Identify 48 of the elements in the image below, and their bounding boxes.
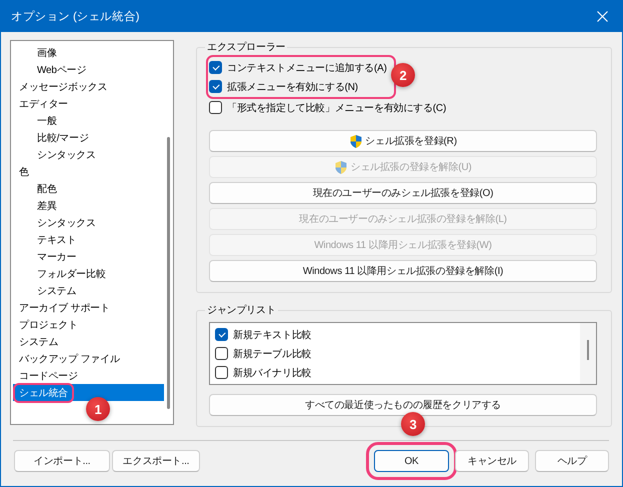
checkbox[interactable] bbox=[209, 61, 222, 74]
checkbox-label: 拡張メニューを有効にする(N) bbox=[227, 80, 358, 94]
checkbox[interactable] bbox=[209, 80, 222, 93]
tree-item[interactable]: シンタックス bbox=[13, 214, 164, 231]
dialog-button[interactable]: キャンセル bbox=[455, 450, 529, 472]
dialog-button[interactable]: ヘルプ bbox=[535, 450, 609, 472]
checkbox[interactable] bbox=[215, 328, 228, 341]
tree-item[interactable]: Webページ bbox=[13, 61, 164, 78]
checkbox[interactable] bbox=[215, 347, 228, 360]
checkbox[interactable] bbox=[215, 366, 228, 379]
tree-item[interactable]: 差異 bbox=[13, 197, 164, 214]
checkbox-label: 新規テキスト比較 bbox=[233, 328, 312, 342]
tree-item[interactable]: 画像 bbox=[13, 44, 164, 61]
group-title: ジャンプリスト bbox=[206, 304, 277, 317]
checkbox-label: コンテキストメニューに追加する(A) bbox=[227, 62, 387, 74]
shell-button[interactable]: Windows 11 以降用シェル拡張の登録を解除(I) bbox=[209, 260, 597, 282]
tree-item[interactable]: フォルダー比較 bbox=[13, 265, 164, 282]
window-title: オプション (シェル統合) bbox=[11, 9, 140, 24]
shell-button[interactable]: 現在のユーザーのみシェル拡張を登録(O) bbox=[209, 182, 597, 204]
tree-item[interactable]: シェル統合 bbox=[13, 384, 164, 401]
tree-item[interactable]: プロジェクト bbox=[13, 316, 164, 333]
checkbox[interactable] bbox=[209, 101, 222, 114]
tree-item[interactable]: バックアップ ファイル bbox=[13, 350, 164, 367]
tree-item[interactable]: コードページ bbox=[13, 367, 164, 384]
tree-item[interactable]: シンタックス bbox=[13, 146, 164, 163]
tree-item[interactable]: テキスト bbox=[13, 231, 164, 248]
tree-item[interactable]: マーカー bbox=[13, 248, 164, 265]
dialog-button[interactable]: インポート... bbox=[14, 450, 110, 472]
tree-item[interactable]: アーカイブ サポート bbox=[13, 299, 164, 316]
tree-item[interactable]: メッセージボックス bbox=[13, 78, 164, 95]
tree-item[interactable]: 一般 bbox=[13, 112, 164, 129]
scrollbar-thumb[interactable] bbox=[587, 340, 589, 360]
shield-icon bbox=[349, 134, 364, 148]
tree-item[interactable]: エディター bbox=[13, 95, 164, 112]
tree-item[interactable]: 比較/マージ bbox=[13, 129, 164, 146]
dialog-button[interactable]: エクスポート... bbox=[112, 450, 200, 472]
checkbox-label: 「形式を指定して比較」メニューを有効にする(C) bbox=[227, 102, 446, 114]
tree-item[interactable]: システム bbox=[13, 333, 164, 350]
group-title: エクスプローラー bbox=[206, 40, 286, 54]
shell-button[interactable]: シェル拡張を登録(R) bbox=[209, 130, 597, 152]
clear-history-button[interactable]: すべての最近使ったものの履歴をクリアする bbox=[209, 394, 597, 416]
tree-item[interactable]: 配色 bbox=[13, 180, 164, 197]
tree-item[interactable]: システム bbox=[13, 282, 164, 299]
checkbox-label: 新規テーブル比較 bbox=[233, 348, 312, 360]
tree-item[interactable]: 色 bbox=[13, 163, 164, 180]
checkbox-label: 新規バイナリ比較 bbox=[233, 366, 312, 380]
shield-icon bbox=[334, 160, 348, 174]
scrollbar-thumb[interactable] bbox=[167, 137, 170, 409]
